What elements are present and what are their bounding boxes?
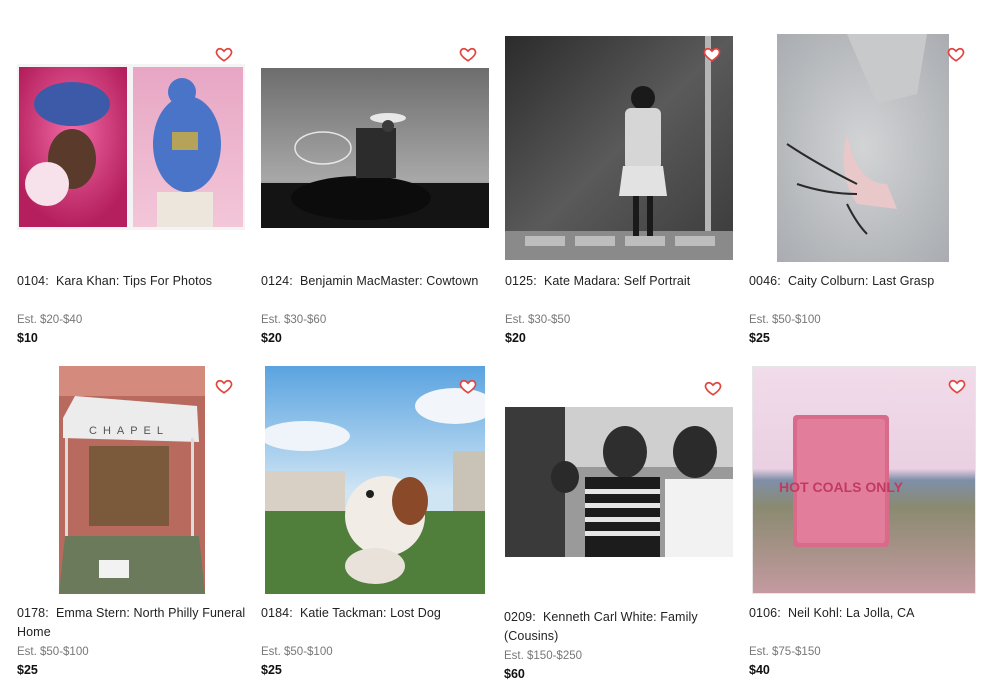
lot-price: $10 bbox=[17, 331, 38, 345]
lot-number: 0125: bbox=[505, 274, 537, 288]
canopy-sign-text: CHAPEL bbox=[89, 425, 169, 437]
favorite-heart-icon[interactable] bbox=[704, 379, 722, 397]
favorite-heart-icon[interactable] bbox=[947, 45, 965, 63]
lot-image[interactable]: HOT COALS ONLY bbox=[752, 366, 976, 594]
lot-number: 0209: bbox=[504, 610, 536, 624]
lot-number: 0106: bbox=[749, 606, 781, 620]
lot-estimate: Est. $50-$100 bbox=[749, 314, 821, 326]
favorite-heart-icon[interactable] bbox=[703, 45, 721, 63]
lot-price: $25 bbox=[17, 663, 38, 677]
lot-estimate: Est. $20-$40 bbox=[17, 314, 83, 326]
lot-estimate: Est. $30-$60 bbox=[261, 314, 327, 326]
lot-number: 0184: bbox=[261, 606, 293, 620]
favorite-heart-icon[interactable] bbox=[459, 377, 477, 395]
lot-name: Neil Kohl: La Jolla, CA bbox=[787, 606, 915, 620]
lot-image[interactable] bbox=[505, 36, 733, 260]
lot-name: Katie Tackman: Lost Dog bbox=[299, 606, 441, 620]
lot-image[interactable] bbox=[777, 34, 949, 262]
lot-price: $20 bbox=[261, 331, 282, 345]
lot-number: 0178: bbox=[17, 606, 49, 620]
favorite-heart-icon[interactable] bbox=[215, 45, 233, 63]
lot-number: 0046: bbox=[749, 274, 781, 288]
lot-price: $25 bbox=[261, 663, 282, 677]
lot-title[interactable]: 0104: Kara Khan: Tips For Photos bbox=[17, 272, 249, 291]
lot-price: $25 bbox=[749, 331, 770, 345]
lot-price: $60 bbox=[504, 667, 525, 681]
lot-image[interactable]: CHAPEL bbox=[59, 366, 205, 594]
lot-sign-text: HOT COALS ONLY bbox=[779, 479, 904, 495]
lot-image[interactable] bbox=[17, 64, 245, 230]
lot-name: Benjamin MacMaster: Cowtown bbox=[299, 274, 479, 288]
lot-title[interactable]: 0209: Kenneth Carl White: Family (Cousin… bbox=[504, 608, 736, 646]
lot-name: Kara Khan: Tips For Photos bbox=[55, 274, 213, 288]
favorite-heart-icon[interactable] bbox=[459, 45, 477, 63]
lot-image[interactable] bbox=[265, 366, 485, 594]
lot-title[interactable]: 0124: Benjamin MacMaster: Cowtown bbox=[261, 272, 493, 291]
lot-title[interactable]: 0184: Katie Tackman: Lost Dog bbox=[261, 604, 493, 623]
lot-number: 0124: bbox=[261, 274, 293, 288]
lot-title[interactable]: 0178: Emma Stern: North Philly Funeral H… bbox=[17, 604, 249, 642]
favorite-heart-icon[interactable] bbox=[948, 377, 966, 395]
lot-title[interactable]: 0125: Kate Madara: Self Portrait bbox=[505, 272, 737, 291]
favorite-heart-icon[interactable] bbox=[215, 377, 233, 395]
lot-title[interactable]: 0106: Neil Kohl: La Jolla, CA bbox=[749, 604, 981, 623]
lot-title[interactable]: 0046: Caity Colburn: Last Grasp bbox=[749, 272, 981, 291]
lot-name: Caity Colburn: Last Grasp bbox=[787, 274, 935, 288]
lot-estimate: Est. $30-$50 bbox=[505, 314, 571, 326]
lot-number: 0104: bbox=[17, 274, 49, 288]
lot-estimate: Est. $50-$100 bbox=[261, 646, 333, 658]
lot-name: Kate Madara: Self Portrait bbox=[543, 274, 691, 288]
lot-estimate: Est. $150-$250 bbox=[504, 650, 583, 662]
lot-name: Emma Stern: North Philly Funeral Home bbox=[17, 606, 246, 639]
lot-image[interactable] bbox=[261, 68, 489, 228]
lot-image[interactable] bbox=[505, 407, 733, 557]
lot-estimate: Est. $50-$100 bbox=[17, 646, 89, 658]
lot-estimate: Est. $75-$150 bbox=[749, 646, 821, 658]
lot-price: $20 bbox=[505, 331, 526, 345]
lot-price: $40 bbox=[749, 663, 770, 677]
